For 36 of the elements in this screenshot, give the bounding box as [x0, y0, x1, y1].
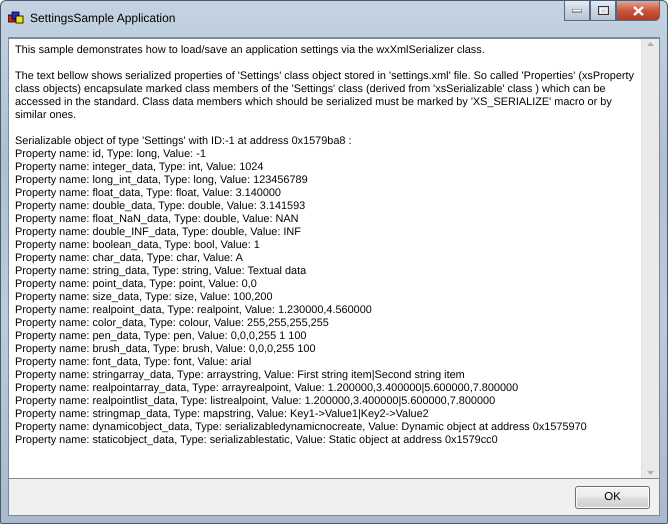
property-line: Property name: double_data, Type: double, Value: 3.141593 [15, 200, 306, 213]
property-line: Property name: realpoint_data, Type: realpoint, Value: 1.230000,4.560000 [15, 304, 373, 317]
property-line: Property name: brush_data, Type: brush, Value: 0,0,0,255 100 [15, 343, 316, 356]
property-line: Property name: float_NaN_data, Type: double, Value: NAN [15, 213, 300, 226]
property-line: Property name: point_data, Type: point, Value: 0,0 [15, 278, 258, 291]
property-line: Property name: staticobject_data, Type: serializablestatic, Value: Static object at address 0x1579cc0 [15, 434, 499, 447]
close-icon [632, 6, 644, 16]
property-line: Property name: double_INF_data, Type: double, Value: INF [15, 226, 302, 239]
property-line: Property name: font_data, Type: font, Value: arial [15, 356, 252, 369]
app-icon [8, 11, 24, 25]
text-area[interactable] [9, 38, 659, 479]
property-line: Property name: id, Type: long, Value: -1 [15, 148, 207, 161]
property-line: Property name: stringmap_data, Type: mapstring, Value: Key1->Value1|Key2->Value2 [15, 408, 430, 421]
object-header-line: Serializable object of type 'Settings' with ID:-1 at address 0x1579ba8 : [15, 135, 353, 148]
property-line: Property name: color_data, Type: colour, Value: 255,255,255,255 [15, 317, 330, 330]
window-title: SettingsSample Application [30, 10, 176, 26]
property-line: Property name: size_data, Type: size, Value: 100,200 [15, 291, 274, 304]
property-line: Property name: boolean_data, Type: bool, Value: 1 [15, 239, 261, 252]
property-line: Property name: char_data, Type: char, Value: A [15, 252, 244, 265]
minimize-icon [572, 8, 582, 12]
description-text: The text bellow shows serialized properties of 'Settings' class object stored in 'settings.xml' file. So called 'Properties' (xsProperty class objects) encapsulate marked class members of the 'Settings' class (derived from 'xsSerializable' class ) which can be accessed in the standard. Class data members which should be serialized must be marked by 'XS_SERIALIZE' macro or by similar ones. [15, 70, 635, 122]
property-line: Property name: integer_data, Type: int, Value: 1024 [15, 161, 264, 174]
property-line: Property name: string_data, Type: string, Value: Textual data [15, 265, 308, 278]
property-line: Property name: realpointlist_data, Type: listrealpoint, Value: 1.200000,3.400000|5.600000,7.800000 [15, 395, 496, 408]
property-line: Property name: dynamicobject_data, Type: serializabledynamicnocreate, Value: Dynamic object at address 0x1575970 [15, 421, 588, 434]
property-line: Property name: realpointarray_data, Type: arrayrealpoint, Value: 1.200000,3.400000|5.600000,7.800000 [15, 382, 520, 395]
property-line: Property name: long_int_data, Type: long, Value: 123456789 [15, 174, 309, 187]
close-button[interactable] [616, 1, 660, 21]
ok-button[interactable]: OK [575, 486, 650, 508]
property-line: Property name: stringarray_data, Type: arraystring, Value: First string item|Second string item [15, 369, 466, 382]
intro-text: This sample demonstrates how to load/save an application settings via the wxXmlSerializer class. [15, 44, 486, 57]
minimize-button[interactable] [564, 1, 590, 21]
property-line: Property name: pen_data, Type: pen, Value: 0,0,0,255 1 100 [15, 330, 308, 343]
maximize-button[interactable] [590, 1, 616, 21]
property-line: Property name: float_data, Type: float, Value: 3.140000 [15, 187, 282, 200]
maximize-icon [598, 6, 608, 15]
